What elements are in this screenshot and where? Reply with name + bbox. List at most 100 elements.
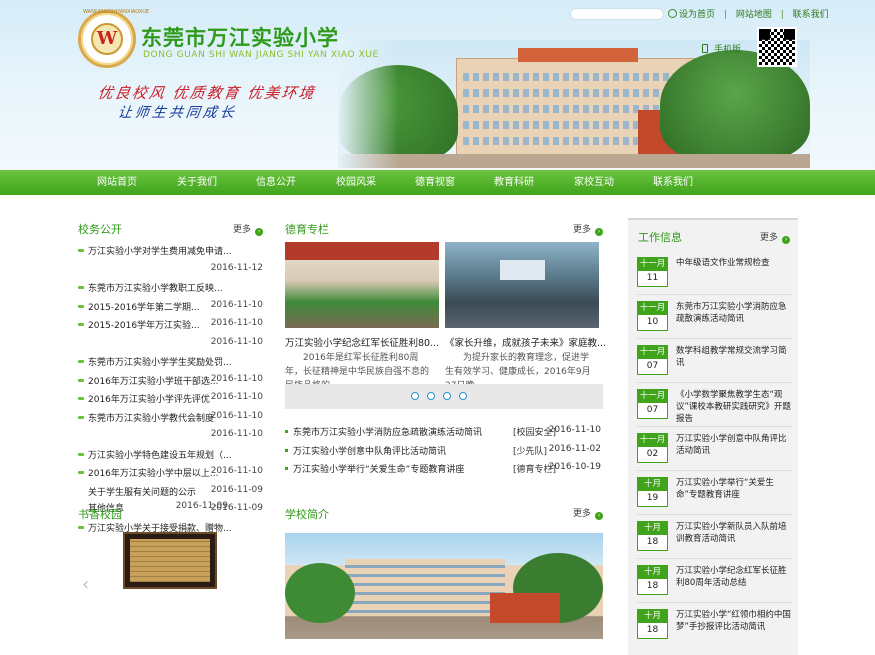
news-title[interactable]: 2015-2016学年第二学期... xyxy=(88,300,200,313)
list-item[interactable]: 2015-2016学年万江实验... 2016-11-10 xyxy=(78,317,263,335)
list-item[interactable]: 2016-11-10 xyxy=(78,428,263,446)
school-intro-image[interactable] xyxy=(285,533,603,639)
work-info-title[interactable]: 《小学数学聚焦教学生态“观议”课校本教研实践研究》开题报告 xyxy=(676,389,794,425)
work-info-item[interactable]: 十一月 07 数学科组教学常规交流学习简讯 xyxy=(637,345,792,385)
news-title[interactable]: 2015-2016学年万江实验... xyxy=(88,318,200,331)
deyu-photo-2[interactable] xyxy=(445,242,599,328)
list-item[interactable]: 东莞市万江实验小学教代会制度 2016-11-10 xyxy=(78,410,263,428)
work-info-title[interactable]: 万江实验小学创意中队角评比活动简讯 xyxy=(676,433,794,457)
work-info-title[interactable]: 万江实验小学纪念红军长征胜利80周年活动总结 xyxy=(676,565,794,589)
news-title[interactable]: 东莞市万江实验小学教代会制度 xyxy=(88,411,214,424)
qr-code-image xyxy=(757,27,797,67)
work-info-title[interactable]: 中年级语文作业常规检查 xyxy=(676,257,794,269)
date-month: 十一月 xyxy=(638,258,667,271)
news-date: 2016-11-10 xyxy=(210,300,263,310)
nav-home-school[interactable]: 家校互动 xyxy=(574,170,614,195)
list-item[interactable]: 2016年万江实验小学班干部选... 2016-11-10 xyxy=(78,373,263,391)
list-item[interactable]: 万江实验小学创意中队角评比活动简讯 [少先队] 2016-11-02 xyxy=(285,443,603,461)
nav-about[interactable]: 关于我们 xyxy=(177,170,217,195)
news-category[interactable]: [少先队] xyxy=(513,444,547,457)
news-date: 2016-10-19 xyxy=(548,462,601,472)
contact-link[interactable]: 联系我们 xyxy=(793,7,829,20)
carousel-dot[interactable] xyxy=(443,392,451,400)
work-info-item[interactable]: 十月 18 万江实验小学“红领巾相约中国梦”手抄报评比活动简讯 xyxy=(637,609,792,649)
school-logo[interactable]: WANJIANGSHIYANXIAOXUE W xyxy=(78,9,149,68)
news-date: 2016-11-09 xyxy=(210,503,263,513)
work-info-item[interactable]: 十一月 10 东莞市万江实验小学消防应急疏散演练活动简讯 xyxy=(637,301,792,341)
list-item[interactable]: 2016年万江实验小学评先评优 2016-11-10 xyxy=(78,391,263,409)
mobile-version-link[interactable]: 手机版 xyxy=(702,42,741,55)
news-title[interactable]: 万江实验小学特色建设五年规划（... xyxy=(88,448,232,461)
nav-campus[interactable]: 校园风采 xyxy=(336,170,376,195)
main-nav: 网站首页 关于我们 信息公开 校园风采 德育视窗 教育科研 家校互动 联系我们 xyxy=(0,170,875,195)
work-info-title[interactable]: 万江实验小学新队员入队前培训教育活动简讯 xyxy=(676,521,794,545)
xiaowu-more-link[interactable]: 更多 › xyxy=(233,222,264,236)
work-info-title[interactable]: 万江实验小学举行“关爱生命”专题教育讲座 xyxy=(676,477,794,501)
work-info-title[interactable]: 东莞市万江实验小学消防应急疏散演练活动简讯 xyxy=(676,301,794,325)
deyu-photo-caption-1[interactable]: 万江实验小学纪念红军长征胜利80... xyxy=(285,335,439,349)
more-label: 更多 xyxy=(760,233,779,243)
work-info-item[interactable]: 十一月 07 《小学数学聚焦教学生态“观议”课校本教研实践研究》开题报告 xyxy=(637,389,792,429)
work-info-item[interactable]: 十月 19 万江实验小学举行“关爱生命”专题教育讲座 xyxy=(637,477,792,517)
news-title[interactable]: 东莞市万江实验小学消防应急疏散演练活动简讯 xyxy=(293,425,482,438)
date-day: 19 xyxy=(646,493,659,503)
list-item[interactable]: 东莞市万江实验小学教职工反映... xyxy=(78,280,263,298)
news-title[interactable]: 万江实验小学举行“关爱生命”专题教育讲座 xyxy=(293,462,464,475)
date-month: 十一月 xyxy=(638,346,667,359)
arrow-right-icon: › xyxy=(595,512,604,520)
xiaowu-section-title: 校务公开 xyxy=(78,223,122,236)
news-title[interactable]: 东莞市万江实验小学学生奖励处罚... xyxy=(88,355,232,368)
nav-research[interactable]: 教育科研 xyxy=(494,170,534,195)
list-item[interactable]: 2015-2016学年第二学期... 2016-11-10 xyxy=(78,299,263,317)
book-campus-image[interactable] xyxy=(123,532,217,589)
news-title[interactable]: 2016年万江实验小学班干部选... xyxy=(88,374,219,387)
date-month: 十一月 xyxy=(638,302,667,315)
list-item[interactable]: 2016年万江实验小学中层以上... 2016-11-10 xyxy=(78,465,263,483)
set-homepage-link[interactable]: 设为首页 xyxy=(679,7,715,20)
carousel-prev-icon[interactable]: ‹ xyxy=(82,574,89,595)
list-item[interactable]: 东莞市万江实验小学学生奖励处罚... xyxy=(78,354,263,372)
date-day: 18 xyxy=(646,581,659,591)
nav-home[interactable]: 网站首页 xyxy=(97,170,137,195)
work-info-item[interactable]: 十月 18 万江实验小学纪念红军长征胜利80周年活动总结 xyxy=(637,565,792,605)
bullet-icon xyxy=(78,305,84,308)
bullet-icon xyxy=(78,471,84,474)
deyu-photo-1[interactable] xyxy=(285,242,439,328)
news-title[interactable]: 东莞市万江实验小学教职工反映... xyxy=(88,281,223,294)
date-badge: 十一月 07 xyxy=(637,389,668,419)
bullet-icon xyxy=(285,449,288,452)
list-item[interactable]: 东莞市万江实验小学消防应急疏散演练活动简讯 [校园安全] 2016-11-10 xyxy=(285,424,603,442)
news-title[interactable]: 万江实验小学创意中队角评比活动简讯 xyxy=(293,444,446,457)
work-info-item[interactable]: 十月 18 万江实验小学新队员入队前培训教育活动简讯 xyxy=(637,521,792,561)
intro-more-link[interactable]: 更多 › xyxy=(573,506,604,520)
carousel-dot[interactable] xyxy=(411,392,419,400)
news-title[interactable]: 关于学生服有关问题的公示 xyxy=(88,485,196,498)
work-info-item[interactable]: 十一月 11 中年级语文作业常规检查 xyxy=(637,257,792,297)
list-item[interactable]: 万江实验小学举行“关爱生命”专题教育讲座 [德育专栏] 2016-10-19 xyxy=(285,461,603,479)
list-item[interactable]: 万江实验小学对学生费用减免申请... xyxy=(78,243,263,261)
nav-info-public[interactable]: 信息公开 xyxy=(256,170,296,195)
work-info-title[interactable]: 数学科组教学常规交流学习简讯 xyxy=(676,345,794,369)
date-month: 十一月 xyxy=(638,390,667,403)
work-info-title[interactable]: 万江实验小学“红领巾相约中国梦”手抄报评比活动简讯 xyxy=(676,609,794,633)
search-input[interactable] xyxy=(570,8,664,20)
list-item[interactable]: 2016-11-12 xyxy=(78,262,263,280)
nav-contact[interactable]: 联系我们 xyxy=(653,170,693,195)
site-header: WANJIANGSHIYANXIAOXUE W 东莞市万江实验小学 DONG G… xyxy=(0,0,875,170)
nav-moral-edu[interactable]: 德育视窗 xyxy=(415,170,455,195)
news-title[interactable]: 2016年万江实验小学评先评优 xyxy=(88,392,210,405)
carousel-dot[interactable] xyxy=(459,392,467,400)
news-date: 2016-11-10 xyxy=(548,425,601,435)
carousel-dot[interactable] xyxy=(427,392,435,400)
news-title[interactable]: 2016年万江实验小学中层以上... xyxy=(88,466,219,479)
list-item[interactable]: 万江实验小学特色建设五年规划（... xyxy=(78,447,263,465)
list-item[interactable]: 2016-11-10 xyxy=(78,336,263,354)
news-title[interactable]: 万江实验小学对学生费用减免申请... xyxy=(88,244,232,257)
divider xyxy=(637,602,792,603)
work-more-link[interactable]: 更多 › xyxy=(760,230,791,244)
bullet-icon xyxy=(285,467,288,470)
sitemap-link[interactable]: 网站地图 xyxy=(736,7,772,20)
work-info-item[interactable]: 十一月 02 万江实验小学创意中队角评比活动简讯 xyxy=(637,433,792,473)
deyu-more-link[interactable]: 更多 › xyxy=(573,222,604,236)
deyu-photo-caption-2[interactable]: 《家长升维，成就孩子未来》家庭教... xyxy=(445,335,606,349)
